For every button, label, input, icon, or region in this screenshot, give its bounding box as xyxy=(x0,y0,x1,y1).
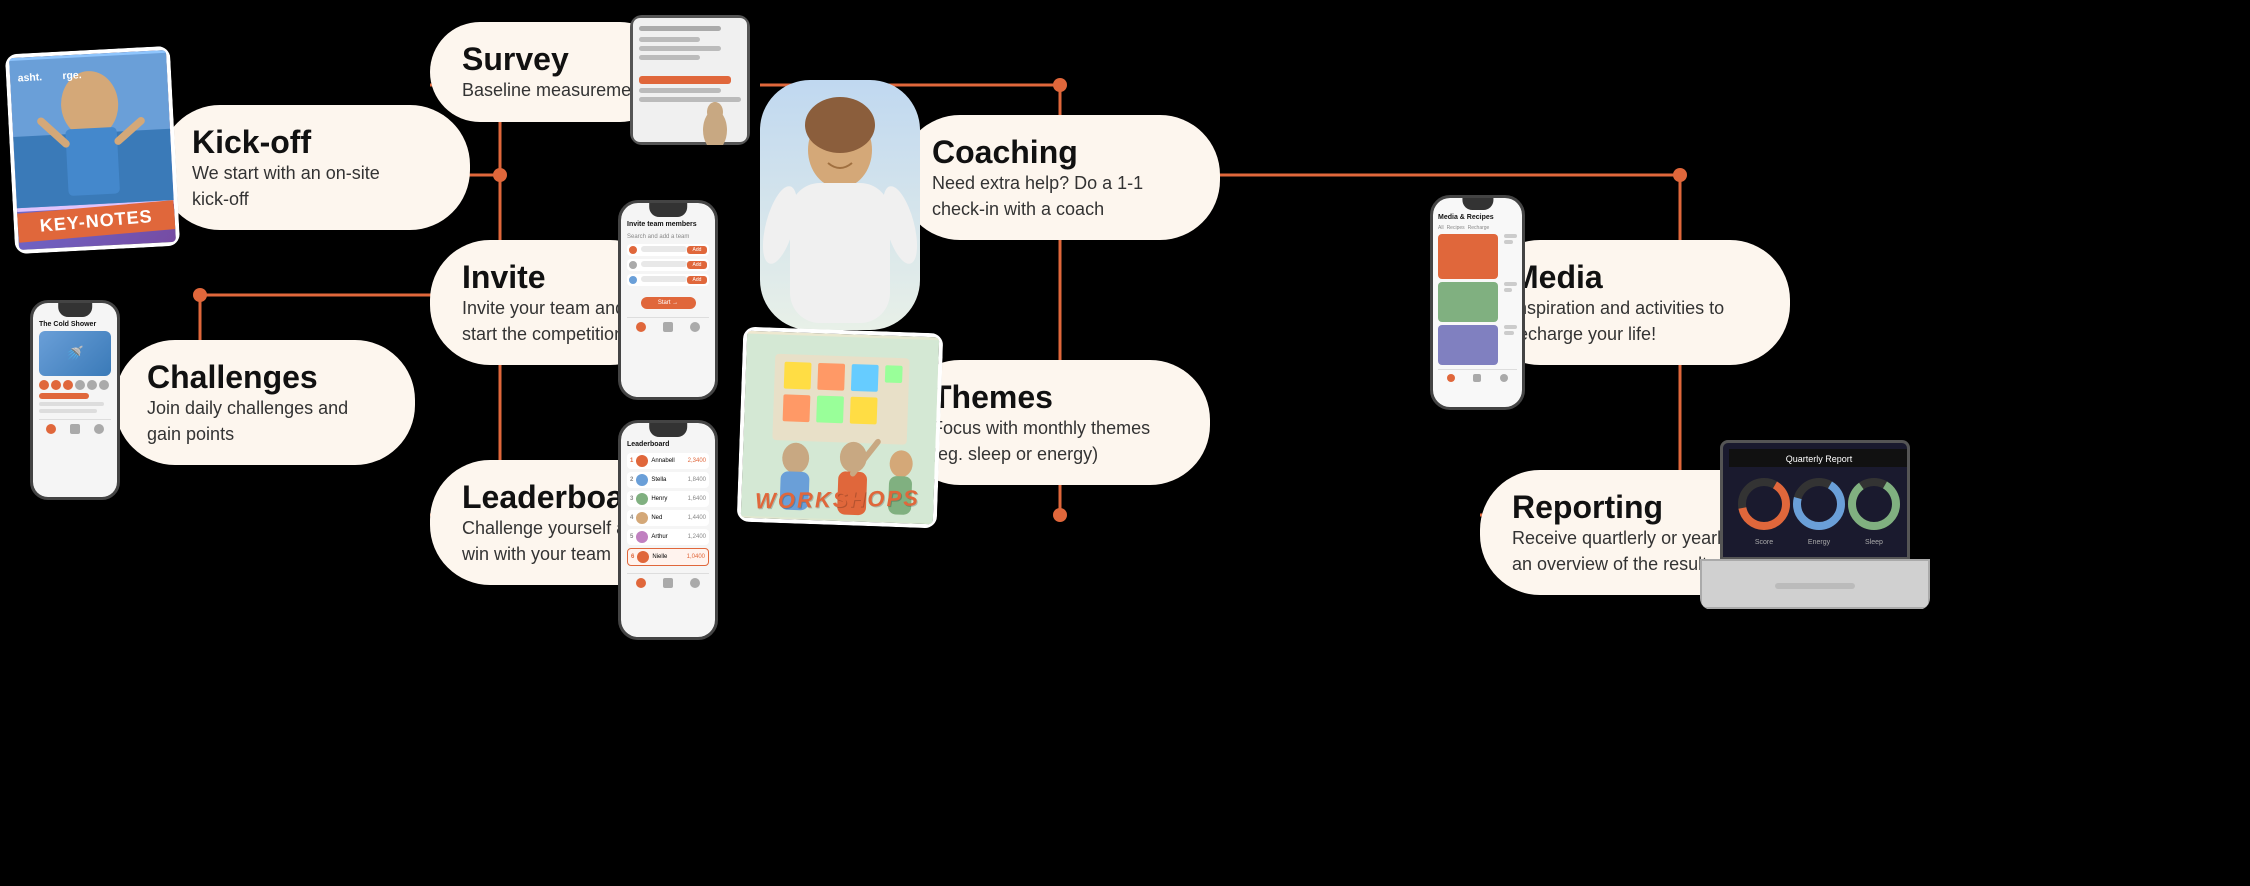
svg-text:asht.: asht. xyxy=(17,72,42,84)
leaderboard-phone-image: Leaderboard 1 Annabell 2,3400 2 Stella 1… xyxy=(618,420,718,640)
challenges-phone-title: The Cold Shower xyxy=(39,321,111,328)
survey-subtitle: Baseline measurement xyxy=(462,78,650,103)
themes-card: Themes Focus with monthly themes (eg. sl… xyxy=(900,360,1210,485)
svg-text:Quarterly Report: Quarterly Report xyxy=(1786,454,1853,464)
invite-title: Invite xyxy=(462,258,638,296)
speaker-illustration: asht. rge. xyxy=(9,49,174,212)
invite-phone-title: Invite team members xyxy=(627,221,709,228)
svg-text:Energy: Energy xyxy=(1808,539,1831,546)
reporting-subtitle: Receive quartlerly or yearly an overview… xyxy=(1512,526,1732,576)
challenges-phone-image: The Cold Shower 🚿 xyxy=(30,300,120,500)
survey-title: Survey xyxy=(462,40,650,78)
workshops-label: WORKSHOPS xyxy=(755,486,920,515)
coaching-person xyxy=(760,95,920,330)
invite-subtitle: Invite your team and start the competiti… xyxy=(462,296,638,346)
themes-title: Themes xyxy=(932,378,1178,416)
invite-start-button[interactable]: Start → xyxy=(641,297,696,309)
invite-phone-subtitle: Search and add a team xyxy=(627,234,709,240)
coaching-card: Coaching Need extra help? Do a 1-1 check… xyxy=(900,115,1220,240)
leaderboard-phone-title: Leaderboard xyxy=(627,441,709,448)
challenges-title: Challenges xyxy=(147,358,383,396)
media-subtitle: Inspiration and activities to recharge y… xyxy=(1512,296,1732,346)
workshops-image: WORKSHOPS xyxy=(737,327,944,529)
svg-text:Score: Score xyxy=(1755,539,1773,546)
media-card: Media Inspiration and activities to rech… xyxy=(1480,240,1790,365)
kickoff-subtitle: We start with an on-site kick-off xyxy=(192,161,412,211)
coaching-subtitle: Need extra help? Do a 1-1 check-in with … xyxy=(932,171,1152,221)
main-canvas: asht. rge. KEY-NOTES Kick-off We start w… xyxy=(0,0,2250,886)
svg-text:rge.: rge. xyxy=(62,70,82,82)
challenges-card: Challenges Join daily challenges and gai… xyxy=(115,340,415,465)
kickoff-title: Kick-off xyxy=(192,123,438,161)
invite-phone-image: Invite team members Search and add a tea… xyxy=(618,200,718,400)
finger-icon xyxy=(695,100,735,145)
coaching-title: Coaching xyxy=(932,133,1188,171)
media-phone-image: Media & Recipes AllRecipesRecharge xyxy=(1430,195,1525,410)
reporting-dashboard: Score Energy Sleep Quarterly Report xyxy=(1729,449,1909,554)
themes-subtitle: Focus with monthly themes (eg. sleep or … xyxy=(932,416,1152,466)
coaching-photo xyxy=(760,80,920,330)
keynotes-image: asht. rge. KEY-NOTES xyxy=(5,46,180,254)
survey-tablet-image xyxy=(630,15,750,145)
svg-text:Sleep: Sleep xyxy=(1865,539,1883,546)
kickoff-card: Kick-off We start with an on-site kick-o… xyxy=(160,105,470,230)
reporting-laptop-image: Score Energy Sleep Quarterly Report xyxy=(1700,440,1930,610)
media-title: Media xyxy=(1512,258,1758,296)
challenges-subtitle: Join daily challenges and gain points xyxy=(147,396,367,446)
